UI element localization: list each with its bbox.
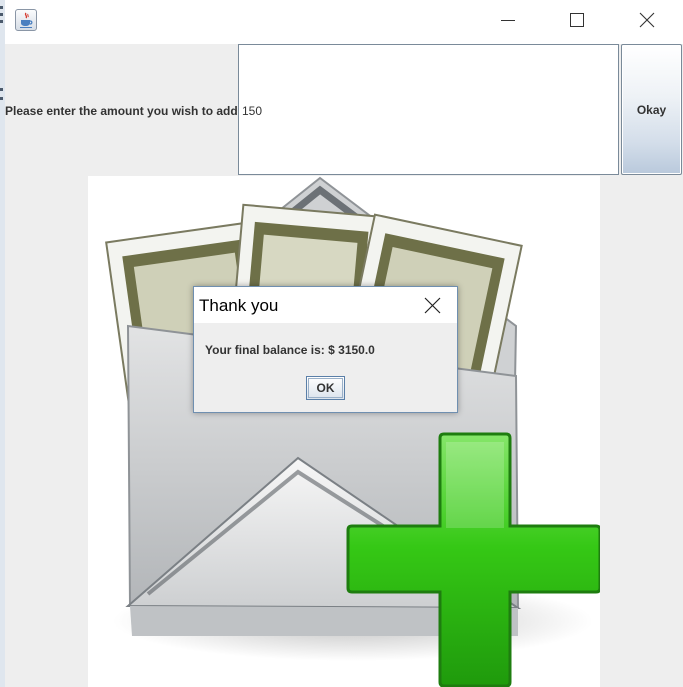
final-balance-message: Your final balance is: $ 3150.0 — [205, 343, 375, 357]
dialog-close-button[interactable] — [417, 292, 447, 318]
maximize-icon — [570, 13, 584, 27]
minimize-icon — [501, 20, 515, 21]
minimize-button[interactable] — [486, 6, 530, 36]
maximize-button[interactable] — [555, 6, 599, 36]
amount-input[interactable]: 150 — [238, 44, 619, 175]
money-envelope-image — [88, 176, 600, 687]
close-icon — [639, 12, 655, 28]
amount-prompt-label: Please enter the amount you wish to add. — [5, 104, 242, 118]
thank-you-dialog: Thank you Your final balance is: $ 3150.… — [193, 286, 458, 413]
okay-button[interactable]: Okay — [621, 44, 682, 175]
window-titlebar — [5, 0, 683, 44]
dialog-title: Thank you — [199, 296, 279, 315]
dialog-titlebar: Thank you — [194, 287, 457, 323]
java-coffee-cup-icon[interactable] — [15, 9, 37, 31]
close-button[interactable] — [625, 6, 669, 36]
dialog-ok-button[interactable]: OK — [306, 376, 345, 400]
close-icon — [424, 297, 440, 314]
amount-input-value: 150 — [242, 104, 263, 118]
